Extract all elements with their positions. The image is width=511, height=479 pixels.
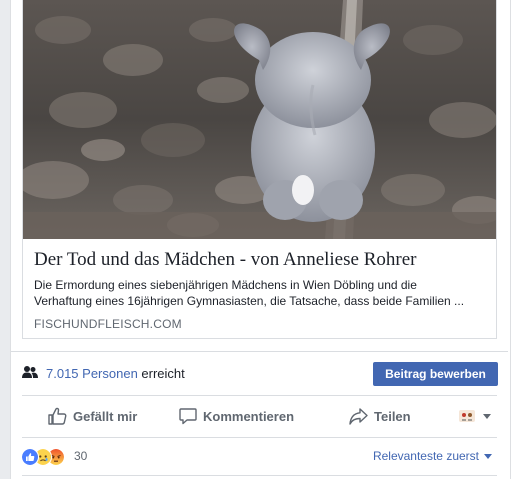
sort-label: Relevanteste zuerst [372, 449, 479, 463]
reach-suffix: erreicht [141, 366, 185, 381]
page-avatar-icon [459, 410, 475, 422]
reaction-count[interactable]: 30 [74, 449, 87, 463]
comment-icon [179, 408, 197, 425]
link-preview-image[interactable] [23, 0, 496, 239]
action-bar: Gefällt mir Kommentieren Teilen [11, 396, 508, 436]
link-title[interactable]: Der Tod und das Mädchen - von Anneliese … [34, 249, 489, 271]
reaction-icons[interactable] [21, 448, 73, 466]
post-as-selector[interactable] [459, 396, 491, 436]
reactions-bar: 30 Relevanteste zuerst [11, 438, 508, 474]
comment-label: Kommentieren [203, 408, 295, 424]
share-icon [349, 407, 368, 425]
reach-count-link[interactable]: 7.015 Personen [46, 366, 138, 381]
chevron-down-icon [483, 413, 491, 419]
like-label: Gefällt mir [73, 408, 138, 424]
reach-text: 7.015 Personen erreicht [46, 366, 185, 381]
chevron-down-icon [484, 454, 492, 460]
boost-post-button[interactable]: Beitrag bewerben [373, 362, 498, 386]
link-description: Die Ermordung eines siebenjährigen Mädch… [34, 277, 489, 309]
comment-button[interactable]: Kommentieren [179, 396, 294, 436]
link-description-line: Verhaftung eines 16jährigen Gymnasiasten… [34, 294, 465, 308]
people-icon [22, 366, 38, 378]
link-preview[interactable]: Der Tod und das Mädchen - von Anneliese … [22, 0, 497, 339]
link-domain: FISCHUNDFLEISCH.COM [34, 317, 182, 331]
like-reaction-icon [21, 448, 39, 466]
share-label: Teilen [374, 408, 411, 424]
link-description-line: Die Ermordung eines siebenjährigen Mädch… [34, 278, 417, 292]
like-button[interactable]: Gefällt mir [48, 396, 137, 436]
share-button[interactable]: Teilen [349, 396, 411, 436]
thumbs-up-icon [48, 407, 67, 425]
comment-sort-dropdown[interactable]: Relevanteste zuerst [373, 449, 492, 463]
divider [22, 475, 497, 476]
post-card: Der Tod und das Mädchen - von Anneliese … [10, 0, 511, 479]
reach-bar: 7.015 Personen erreicht Beitrag bewerben [11, 352, 508, 394]
